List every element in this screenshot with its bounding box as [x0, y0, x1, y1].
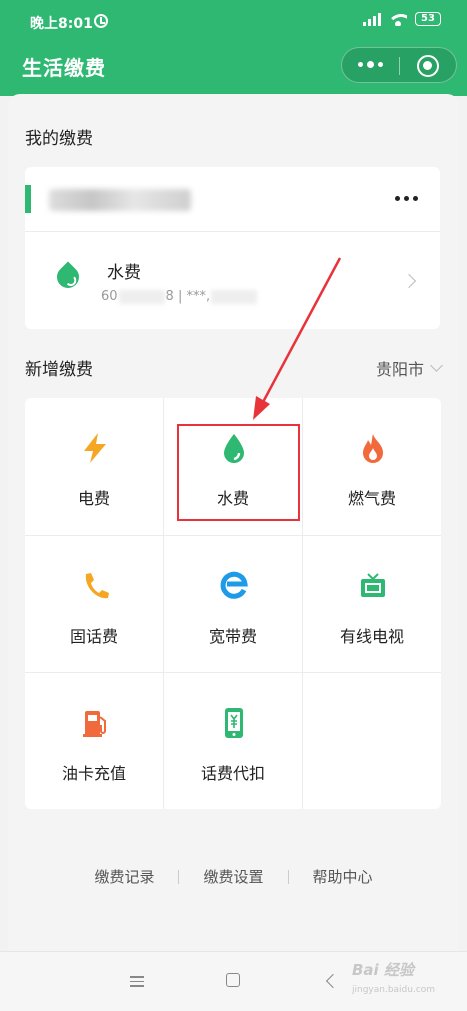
new-bills-title: 新增缴费 [25, 360, 93, 380]
wifi-icon [389, 12, 407, 26]
account-accent-bar [25, 185, 31, 213]
browser-e-icon [220, 571, 248, 599]
header-bar: 晚上8:01 53 生活缴费 [0, 0, 467, 96]
watermark-subtext: jingyan.baidu.com [352, 985, 436, 995]
mobile-yuan-icon [225, 708, 243, 738]
phone-icon [85, 573, 109, 599]
grid-item-label: 有线电视 [339, 627, 404, 646]
watermark-text: Bai 经验 [352, 961, 414, 979]
footer-link-help[interactable]: 帮助中心 [313, 866, 373, 887]
battery-icon: 53 [415, 12, 441, 26]
account-prefix: 60 [101, 289, 118, 304]
miniprogram-capsule [341, 47, 457, 83]
grid-item-label: 话费代扣 [200, 764, 265, 783]
status-time: 晚上8:01 [30, 16, 93, 32]
account-mid: 8 | ***, [165, 289, 211, 304]
lightning-icon [84, 433, 106, 463]
blurred-digits [118, 289, 165, 304]
menu-icon[interactable] [130, 976, 144, 990]
footer-links: 缴费记录 缴费设置 帮助中心 [0, 866, 467, 887]
grid-item-label: 油卡充值 [61, 764, 126, 783]
back-icon[interactable] [325, 973, 341, 989]
city-label: 贵阳市 [375, 360, 424, 379]
grid-item-fuel-card[interactable]: 油卡充值 [25, 673, 163, 810]
alarm-icon [94, 14, 108, 28]
chevron-right-icon [401, 273, 417, 289]
status-indicators: 53 [363, 12, 441, 26]
city-selector[interactable]: 贵阳市 [375, 356, 443, 380]
footer-separator [287, 869, 289, 884]
chevron-down-icon [430, 359, 443, 372]
gas-pump-icon [83, 711, 106, 737]
page-title: 生活缴费 [22, 56, 106, 80]
blurred-digits [211, 289, 258, 304]
footer-separator [178, 869, 180, 884]
water-drop-icon [52, 261, 84, 293]
status-bar: 晚上8:01 53 [0, 0, 467, 42]
grid-item-landline[interactable]: 固话费 [25, 536, 163, 673]
grid-item-label: 燃气费 [347, 489, 396, 508]
grid-item-label: 宽带费 [208, 627, 257, 646]
grid-item-label: 电费 [77, 489, 110, 508]
water-bill-row[interactable]: 水费 60 8 | ***, [25, 232, 440, 329]
grid-item-gas[interactable]: 燃气费 [303, 398, 441, 535]
flame-icon [363, 434, 383, 463]
bill-account-number: 60 8 | ***, [101, 289, 258, 304]
annotation-highlight-box [177, 424, 300, 521]
system-nav-bar [0, 951, 467, 1011]
home-icon[interactable] [226, 973, 240, 987]
main-content: 我的缴费 水费 60 8 | ***, 新增缴费 贵阳市 电费 水费 燃气费 固… [8, 94, 459, 951]
close-target-icon[interactable] [417, 55, 439, 77]
account-name-blurred [49, 189, 191, 211]
grid-item-broadband[interactable]: 宽带费 [164, 536, 302, 673]
footer-link-records[interactable]: 缴费记录 [94, 866, 154, 887]
my-bills-title: 我的缴费 [25, 129, 93, 149]
account-more-icon[interactable] [395, 196, 418, 201]
tv-icon [361, 573, 385, 597]
more-dots-icon[interactable] [358, 61, 383, 68]
account-card: 水费 60 8 | ***, [25, 167, 440, 329]
capsule-divider [399, 57, 400, 75]
grid-item-label: 固话费 [69, 627, 118, 646]
signal-icon [363, 12, 381, 26]
grid-item-phone-autopay[interactable]: 话费代扣 [164, 673, 302, 810]
grid-item-electricity[interactable]: 电费 [25, 398, 163, 535]
footer-link-settings[interactable]: 缴费设置 [203, 866, 263, 887]
bill-title: 水费 [107, 263, 141, 283]
grid-item-cable-tv[interactable]: 有线电视 [303, 536, 441, 673]
